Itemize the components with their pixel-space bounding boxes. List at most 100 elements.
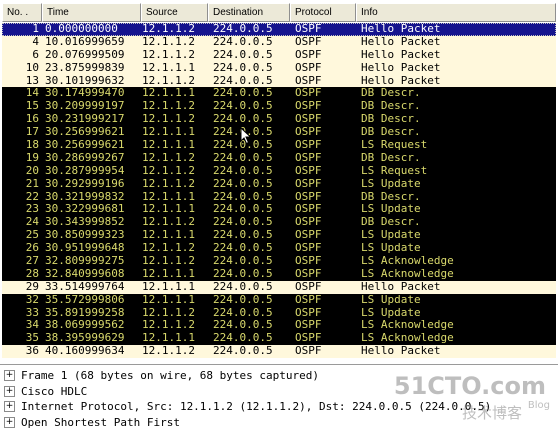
packet-row[interactable]: 32 35.572999806 12.1.1.1 224.0.0.5 OSPF LS Up… — [2, 293, 556, 307]
packet-time-cell: 30.209999197 — [45, 100, 125, 113]
packet-row[interactable]: 33 35.891999258 12.1.1.2 224.0.0.5 OSPF LS Up… — [2, 306, 556, 320]
column-header-source[interactable]: Source — [141, 3, 208, 22]
column-header-info-label: Info — [361, 7, 378, 18]
detail-tree-item[interactable]: + Open Shortest Path First — [0, 415, 558, 431]
expand-plus-icon[interactable]: + — [4, 416, 15, 428]
column-header-protocol[interactable]: Protocol — [290, 3, 356, 22]
packet-time-cell: 32.840999608 — [45, 267, 125, 280]
packet-row[interactable]: 16 30.231999217 12.1.1.2 224.0.0.5 OSPF DB De… — [2, 113, 556, 127]
column-header-info[interactable]: Info — [356, 3, 556, 22]
packet-row[interactable]: 15 30.209999197 12.1.1.2 224.0.0.5 OSPF DB De… — [2, 100, 556, 114]
packet-no-cell: 19 — [25, 151, 39, 164]
expand-plus-icon[interactable]: + — [4, 370, 15, 382]
packet-row[interactable]: 25 30.850999323 12.1.1.1 224.0.0.5 OSPF LS Up… — [2, 229, 556, 243]
packet-row[interactable]: 6 20.076999509 12.1.1.2 224.0.0.5 OSPF Hello … — [2, 48, 556, 62]
packet-info-cell: DB Descr. — [361, 190, 421, 203]
column-header-time[interactable]: Time — [42, 3, 141, 22]
packet-row[interactable]: 35 38.395999629 12.1.1.1 224.0.0.5 OSPF LS Ac… — [2, 332, 556, 346]
expand-plus-icon[interactable]: + — [4, 385, 15, 397]
column-header-time-label: Time — [47, 7, 69, 18]
packet-row[interactable]: 19 30.286999267 12.1.1.2 224.0.0.5 OSPF DB De… — [2, 151, 556, 165]
packet-row[interactable]: 28 32.840999608 12.1.1.1 224.0.0.5 OSPF LS Ac… — [2, 267, 556, 281]
detail-tree-item[interactable]: + Frame 1 (68 bytes on wire, 68 bytes cap… — [0, 368, 558, 384]
packet-source-cell: 12.1.1.2 — [142, 255, 195, 268]
packet-destination-cell: 224.0.0.5 — [213, 61, 273, 74]
packet-time-cell: 38.395999629 — [45, 332, 125, 345]
packet-row[interactable]: 23 30.322999681 12.1.1.1 224.0.0.5 OSPF LS Up… — [2, 203, 556, 217]
packet-row[interactable]: 29 33.514999764 12.1.1.1 224.0.0.5 OSPF Hello… — [2, 280, 556, 294]
detail-tree-item[interactable]: + Cisco HDLC — [0, 384, 558, 400]
packet-source-cell: 12.1.1.1 — [142, 280, 195, 293]
packet-no-cell: 27 — [25, 255, 39, 268]
packet-no-cell: 29 — [25, 280, 39, 293]
packet-info-cell: LS Update — [361, 293, 421, 306]
packet-protocol-cell: OSPF — [295, 280, 322, 293]
packet-info-cell: Hello Packet — [361, 74, 441, 87]
packet-source-cell: 12.1.1.2 — [142, 74, 195, 87]
packet-time-cell: 30.231999217 — [45, 113, 125, 126]
packet-row[interactable]: 14 30.174999470 12.1.1.1 224.0.0.5 OSPF DB De… — [2, 87, 556, 101]
column-header-no[interactable]: No. . — [2, 3, 42, 22]
packet-time-cell: 30.287999954 — [45, 164, 125, 177]
packet-no-cell: 18 — [25, 139, 39, 152]
packet-destination-cell: 224.0.0.5 — [213, 164, 273, 177]
packet-source-cell: 12.1.1.2 — [142, 113, 195, 126]
packet-time-cell: 30.292999196 — [45, 177, 125, 190]
packet-row[interactable]: 21 30.292999196 12.1.1.2 224.0.0.5 OSPF LS Up… — [2, 177, 556, 191]
packet-protocol-cell: OSPF — [295, 332, 322, 345]
packet-protocol-cell: OSPF — [295, 61, 322, 74]
packet-protocol-cell: OSPF — [295, 306, 322, 319]
packet-no-cell: 28 — [25, 267, 39, 280]
packet-protocol-cell: OSPF — [295, 151, 322, 164]
packet-destination-cell: 224.0.0.5 — [213, 319, 273, 332]
column-header-destination[interactable]: Destination — [208, 3, 290, 22]
packet-info-cell: LS Update — [361, 177, 421, 190]
packet-row[interactable]: 22 30.321999832 12.1.1.1 224.0.0.5 OSPF DB De… — [2, 190, 556, 204]
packet-protocol-cell: OSPF — [295, 229, 322, 242]
packet-source-cell: 12.1.1.1 — [142, 126, 195, 139]
expand-plus-icon[interactable]: + — [4, 401, 15, 413]
packet-no-cell: 22 — [25, 190, 39, 203]
packet-info-cell: DB Descr. — [361, 151, 421, 164]
packet-row[interactable]: 26 30.951999648 12.1.1.2 224.0.0.5 OSPF LS Up… — [2, 242, 556, 256]
detail-tree-label: Cisco HDLC — [21, 384, 88, 398]
packet-info-cell: LS Acknowledge — [361, 267, 454, 280]
packet-row[interactable]: 27 32.809999275 12.1.1.2 224.0.0.5 OSPF LS Ac… — [2, 255, 556, 268]
packet-no-cell: 24 — [25, 216, 39, 229]
packet-time-cell: 30.343999852 — [45, 216, 125, 229]
packet-row[interactable]: 4 10.016999659 12.1.1.2 224.0.0.5 OSPF Hello … — [2, 35, 556, 49]
packet-protocol-cell: OSPF — [295, 203, 322, 216]
packet-info-cell: LS Request — [361, 139, 428, 152]
packet-row[interactable]: 24 30.343999852 12.1.1.2 224.0.0.5 OSPF DB De… — [2, 216, 556, 230]
packet-no-cell: 21 — [25, 177, 39, 190]
packet-row[interactable]: 1 0.000000000 12.1.1.2 224.0.0.5 OSPF Hello P… — [2, 23, 556, 36]
packet-source-cell: 12.1.1.2 — [142, 306, 195, 319]
packet-details-pane[interactable]: + Frame 1 (68 bytes on wire, 68 bytes cap… — [0, 368, 558, 440]
packet-source-cell: 12.1.1.2 — [142, 345, 195, 358]
packet-list-pane[interactable]: No. . Time Source Destination Protocol I… — [0, 0, 558, 365]
packet-row[interactable]: 20 30.287999954 12.1.1.2 224.0.0.5 OSPF LS Re… — [2, 164, 556, 178]
packet-info-cell: DB Descr. — [361, 113, 421, 126]
packet-info-cell: LS Update — [361, 242, 421, 255]
packet-info-cell: LS Update — [361, 229, 421, 242]
packet-no-cell: 35 — [25, 332, 39, 345]
packet-source-cell: 12.1.1.2 — [142, 100, 195, 113]
packet-row[interactable]: 18 30.256999621 12.1.1.1 224.0.0.5 OSPF LS Re… — [2, 139, 556, 152]
packet-time-cell: 35.891999258 — [45, 306, 125, 319]
column-header-source-label: Source — [146, 7, 178, 18]
packet-source-cell: 12.1.1.1 — [142, 203, 195, 216]
packet-row[interactable]: 1730.25699962112.1.1.1224.0.0.5OSPFDB De… — [2, 126, 556, 140]
packet-source-cell: 12.1.1.1 — [142, 293, 195, 306]
packet-rows: 1 0.000000000 12.1.1.2 224.0.0.5 OSPF Hello P… — [2, 23, 556, 359]
packet-row[interactable]: 36 40.160999634 12.1.1.2 224.0.0.5 OSPF Hello… — [2, 345, 556, 359]
packet-no-cell: 36 — [25, 345, 39, 358]
packet-row[interactable]: 13 30.101999632 12.1.1.2 224.0.0.5 OSPF Hello… — [2, 74, 556, 88]
packet-source-cell: 12.1.1.1 — [142, 139, 195, 152]
column-header-destination-label: Destination — [213, 7, 264, 18]
packet-source-cell: 12.1.1.2 — [142, 23, 195, 35]
packet-protocol-cell: OSPF — [295, 35, 322, 48]
detail-tree-item[interactable]: + Internet Protocol, Src: 12.1.1.2 (12.1.… — [0, 399, 558, 415]
packet-destination-cell: 224.0.0.5 — [213, 203, 273, 216]
packet-row[interactable]: 34 38.069999562 12.1.1.2 224.0.0.5 OSPF LS Ac… — [2, 319, 556, 333]
packet-row[interactable]: 10 23.875999839 12.1.1.1 224.0.0.5 OSPF Hello… — [2, 61, 556, 75]
